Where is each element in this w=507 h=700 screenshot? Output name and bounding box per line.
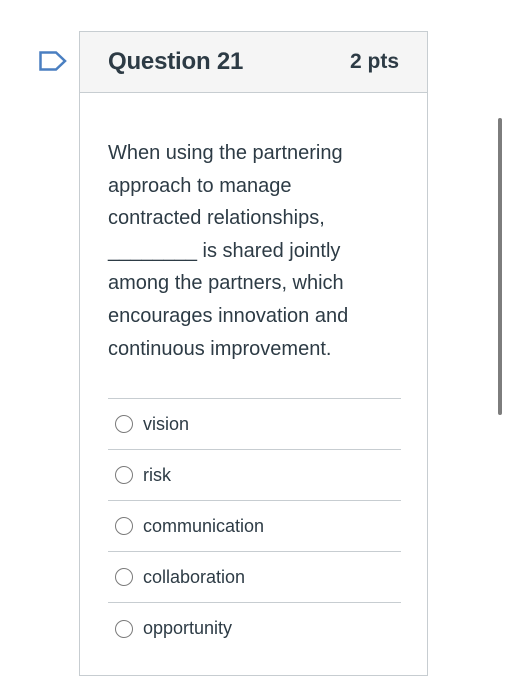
answer-options: vision risk communication collaboration [108,398,401,654]
question-body: When using the partnering approach to ma… [80,93,427,654]
answer-option-opportunity[interactable]: opportunity [108,603,401,654]
question-text: When using the partnering approach to ma… [108,142,349,360]
flag-outline-icon[interactable] [38,50,68,72]
radio-button[interactable] [115,466,133,485]
answer-option-collaboration[interactable]: collaboration [108,552,401,604]
radio-button[interactable] [115,568,133,587]
answer-label: communication [143,515,265,536]
question-card: Question 21 2 pts When using the partner… [79,31,428,676]
answer-option-risk[interactable]: risk [108,450,401,502]
answer-label: vision [143,413,190,434]
vertical-scrollbar[interactable] [498,118,502,415]
question-points: 2 pts [349,50,399,73]
radio-button[interactable] [115,415,133,434]
question-title: Question 21 [108,48,244,75]
radio-button[interactable] [115,517,133,536]
answer-label: collaboration [143,566,246,587]
question-header: Question 21 2 pts [80,32,427,93]
radio-button[interactable] [115,619,133,638]
answer-option-communication[interactable]: communication [108,501,401,553]
answer-label: opportunity [143,618,233,639]
answer-label: risk [143,464,171,485]
answer-option-vision[interactable]: vision [108,399,401,451]
quiz-page: Question 21 2 pts When using the partner… [0,0,507,700]
